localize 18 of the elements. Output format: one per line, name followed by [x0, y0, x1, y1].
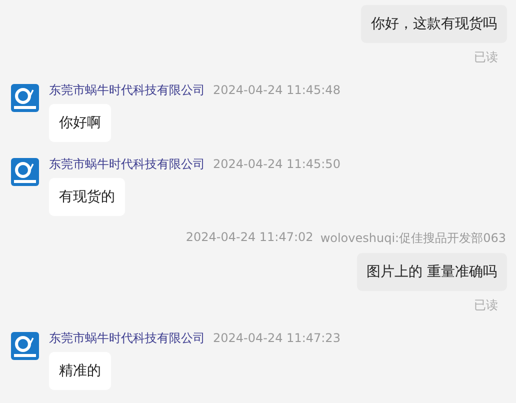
message-bubble: 你好，这款有现货吗 [361, 5, 507, 43]
message-bubble: 有现货的 [49, 178, 125, 216]
message-time: 2024-04-24 11:47:02 [186, 230, 314, 246]
message-bubble: 精准的 [49, 352, 111, 390]
message-time: 2024-04-24 11:47:23 [213, 331, 340, 345]
read-status: 已读 [474, 49, 498, 66]
logo-avatar-icon [11, 158, 39, 186]
message-bubble: 图片上的 重量准确吗 [356, 253, 507, 291]
logo-avatar-icon [11, 332, 39, 360]
read-status: 已读 [474, 297, 498, 314]
sender-name: 东莞市蜗牛时代科技有限公司 [49, 330, 205, 347]
message-bubble: 你好啊 [49, 104, 111, 142]
logo-avatar-icon [11, 84, 39, 112]
sender-name: woloveshuqi:促佳搜品开发部063 [320, 230, 506, 247]
message-time: 2024-04-24 11:45:48 [213, 83, 340, 97]
sender-name: 东莞市蜗牛时代科技有限公司 [49, 156, 205, 173]
message-time: 2024-04-24 11:45:50 [213, 157, 340, 171]
sender-name: 东莞市蜗牛时代科技有限公司 [49, 82, 205, 99]
